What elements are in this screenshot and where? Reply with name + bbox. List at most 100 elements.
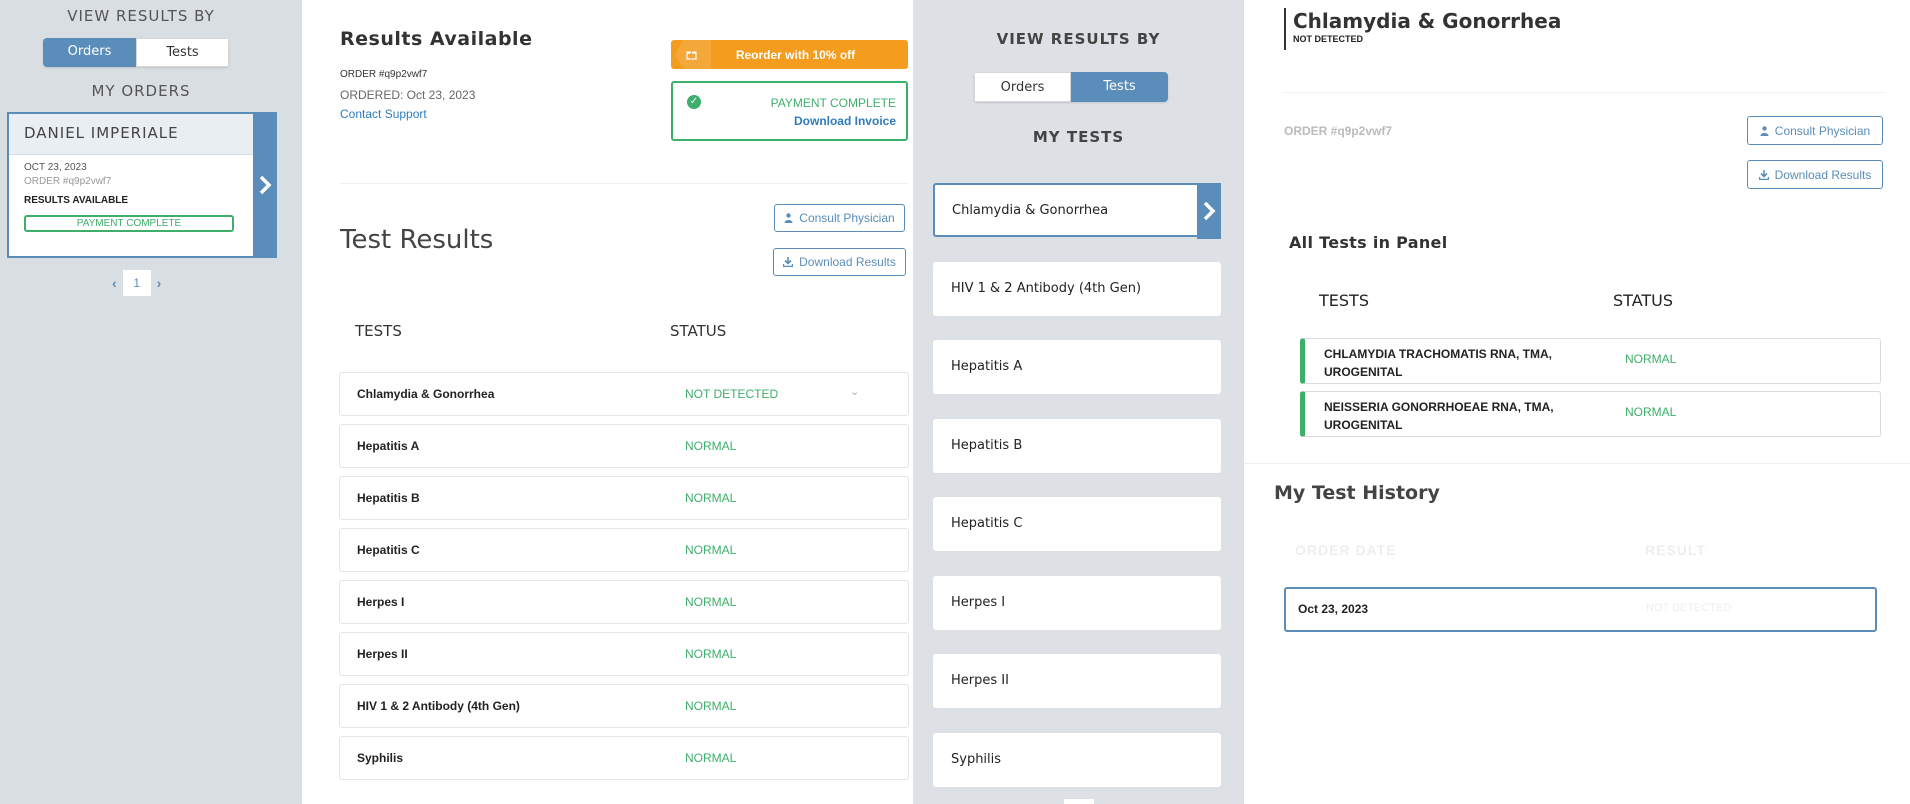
download-results-label: Download Results (1774, 167, 1872, 182)
download-results-button[interactable]: Download Results (1747, 160, 1883, 189)
col-tests-header: TESTS (1319, 291, 1369, 310)
test-title: Chlamydia & Gonorrhea (1293, 9, 1562, 33)
chevron-right-icon[interactable]: › (157, 275, 162, 291)
consult-physician-label: Consult Physician (1774, 123, 1871, 138)
order-card[interactable]: DANIEL IMPERIALE OCT 23, 2023 ORDER #q9p… (7, 112, 277, 258)
reorder-label: Reorder with 10% off (735, 47, 856, 62)
divider (340, 183, 908, 184)
consult-physician-button[interactable]: Consult Physician (1747, 116, 1883, 145)
table-row[interactable]: Syphilis NORMAL (339, 736, 909, 780)
test-name: Hepatitis A (357, 439, 420, 453)
toggle-orders-button[interactable]: Orders (43, 38, 136, 67)
test-name: Hepatitis C (357, 543, 420, 557)
ordered-date: ORDERED: Oct 23, 2023 (340, 88, 476, 102)
test-status: NORMAL (685, 595, 737, 609)
history-row[interactable]: Oct 23, 2023 NOT DETECTED (1284, 587, 1877, 632)
test-name: Syphilis (357, 751, 404, 765)
list-item[interactable]: Herpes I (933, 575, 1221, 630)
order-card-number: ORDER #q9p2vwf7 (24, 176, 112, 187)
list-item[interactable]: Hepatitis B (933, 418, 1221, 473)
consult-physician-button[interactable]: Consult Physician (774, 204, 905, 232)
title-accent-bar (1284, 8, 1286, 50)
table-row[interactable]: Herpes II NORMAL (339, 632, 909, 676)
table-row[interactable]: Hepatitis A NORMAL (339, 424, 909, 468)
history-result: NOT DETECTED (1646, 602, 1732, 614)
chevron-right-icon[interactable] (253, 112, 277, 258)
test-status: NORMAL (685, 491, 737, 505)
table-row[interactable]: Hepatitis B NORMAL (339, 476, 909, 520)
view-results-by-label: VIEW RESULTS BY (996, 30, 1161, 48)
test-status: NORMAL (685, 699, 737, 713)
physician-icon (784, 213, 793, 223)
toggle-tests-button[interactable]: Tests (1071, 72, 1168, 102)
col-order-date-header: ORDER DATE (1295, 542, 1397, 558)
panel-test-name: CHLAMYDIA TRACHOMATIS RNA, TMA, UROGENIT… (1324, 347, 1552, 379)
panel-test-status: NORMAL (1625, 405, 1677, 419)
list-item[interactable]: HIV 1 & 2 Antibody (4th Gen) (933, 261, 1221, 316)
download-invoice-link[interactable]: Download Invoice (794, 114, 896, 128)
list-item[interactable]: Hepatitis C (933, 497, 1221, 551)
divider (1244, 463, 1910, 464)
test-history-heading: My Test History (1274, 482, 1440, 504)
history-date: Oct 23, 2023 (1298, 602, 1369, 616)
test-status: NORMAL (685, 439, 737, 453)
payment-complete-text: PAYMENT COMPLETE (770, 96, 896, 110)
test-name: HIV 1 & 2 Antibody (4th Gen) (357, 699, 520, 713)
test-status: NORMAL (685, 751, 737, 765)
download-results-label: Download Results (799, 255, 896, 269)
scroll-indicator (1064, 799, 1094, 804)
test-name: Chlamydia & Gonorrhea (952, 203, 1109, 218)
all-tests-heading: All Tests in Panel (1289, 233, 1448, 252)
contact-support-link[interactable]: Contact Support (340, 107, 427, 121)
table-row[interactable]: HIV 1 & 2 Antibody (4th Gen) NORMAL (339, 684, 909, 728)
table-row[interactable]: Herpes I NORMAL (339, 580, 909, 624)
chevron-right-icon[interactable] (1197, 183, 1221, 239)
pagination: ‹ 1 › (112, 270, 161, 296)
test-detail-panel: Chlamydia & Gonorrhea NOT DETECTED ORDER… (1244, 0, 1910, 804)
download-results-button[interactable]: Download Results (773, 248, 906, 276)
order-number: ORDER #q9p2vwf7 (1284, 124, 1393, 138)
my-orders-heading: MY ORDERS (91, 82, 191, 100)
divider (1284, 92, 1884, 93)
tests-sidebar: VIEW RESULTS BY Orders Tests MY TESTS Ch… (913, 0, 1244, 804)
test-name: Herpes II (357, 647, 408, 661)
download-icon (1758, 169, 1769, 180)
physician-icon (1760, 125, 1769, 136)
payment-status-badge: PAYMENT COMPLETE (24, 215, 234, 232)
page-number[interactable]: 1 (122, 270, 151, 296)
test-name: Syphilis (951, 751, 1002, 767)
order-card-name: DANIEL IMPERIALE (9, 114, 275, 155)
test-name: Hepatitis C (951, 516, 1023, 531)
chevron-down-icon[interactable]: ⌄ (850, 385, 859, 398)
col-status-header: STATUS (1613, 291, 1674, 310)
test-name: HIV 1 & 2 Antibody (4th Gen) (951, 280, 1142, 296)
test-name: Hepatitis A (951, 359, 1023, 374)
list-item[interactable]: Chlamydia & Gonorrhea (933, 183, 1221, 239)
payment-card: ✓ PAYMENT COMPLETE Download Invoice (671, 81, 908, 141)
test-status: NORMAL (685, 647, 737, 661)
table-row[interactable]: Chlamydia & Gonorrhea NOT DETECTED ⌄ (339, 372, 909, 416)
chevron-left-icon[interactable]: ‹ (112, 275, 117, 291)
panel-test-name: NEISSERIA GONORRHOEAE RNA, TMA, UROGENIT… (1324, 400, 1554, 432)
order-card-status: RESULTS AVAILABLE (24, 195, 129, 206)
col-status-header: STATUS (670, 322, 727, 340)
order-card-date: OCT 23, 2023 (24, 162, 87, 173)
test-name: Herpes I (951, 594, 1006, 610)
results-title: Results Available (340, 28, 533, 50)
table-row[interactable]: CHLAMYDIA TRACHOMATIS RNA, TMA, UROGENIT… (1300, 338, 1881, 384)
table-row[interactable]: Hepatitis C NORMAL (339, 528, 909, 572)
order-number: ORDER #q9p2vwf7 (340, 69, 428, 80)
test-result-subtitle: NOT DETECTED (1293, 34, 1364, 44)
list-item[interactable]: Herpes II (933, 654, 1221, 708)
tests-list: Chlamydia & Gonorrhea HIV 1 & 2 Antibody… (933, 183, 1221, 804)
toggle-orders-button[interactable]: Orders (974, 72, 1071, 102)
test-name: Herpes II (951, 673, 1009, 688)
test-results-title: Test Results (340, 225, 494, 255)
toggle-tests-button[interactable]: Tests (136, 38, 229, 67)
table-row[interactable]: NEISSERIA GONORRHOEAE RNA, TMA, UROGENIT… (1300, 391, 1881, 437)
check-circle-icon: ✓ (687, 95, 701, 109)
orders-sidebar: VIEW RESULTS BY Orders Tests MY ORDERS D… (0, 0, 302, 804)
list-item[interactable]: Hepatitis A (933, 340, 1221, 394)
list-item[interactable]: Syphilis (933, 732, 1221, 787)
reorder-button[interactable]: Reorder with 10% off (671, 40, 908, 69)
